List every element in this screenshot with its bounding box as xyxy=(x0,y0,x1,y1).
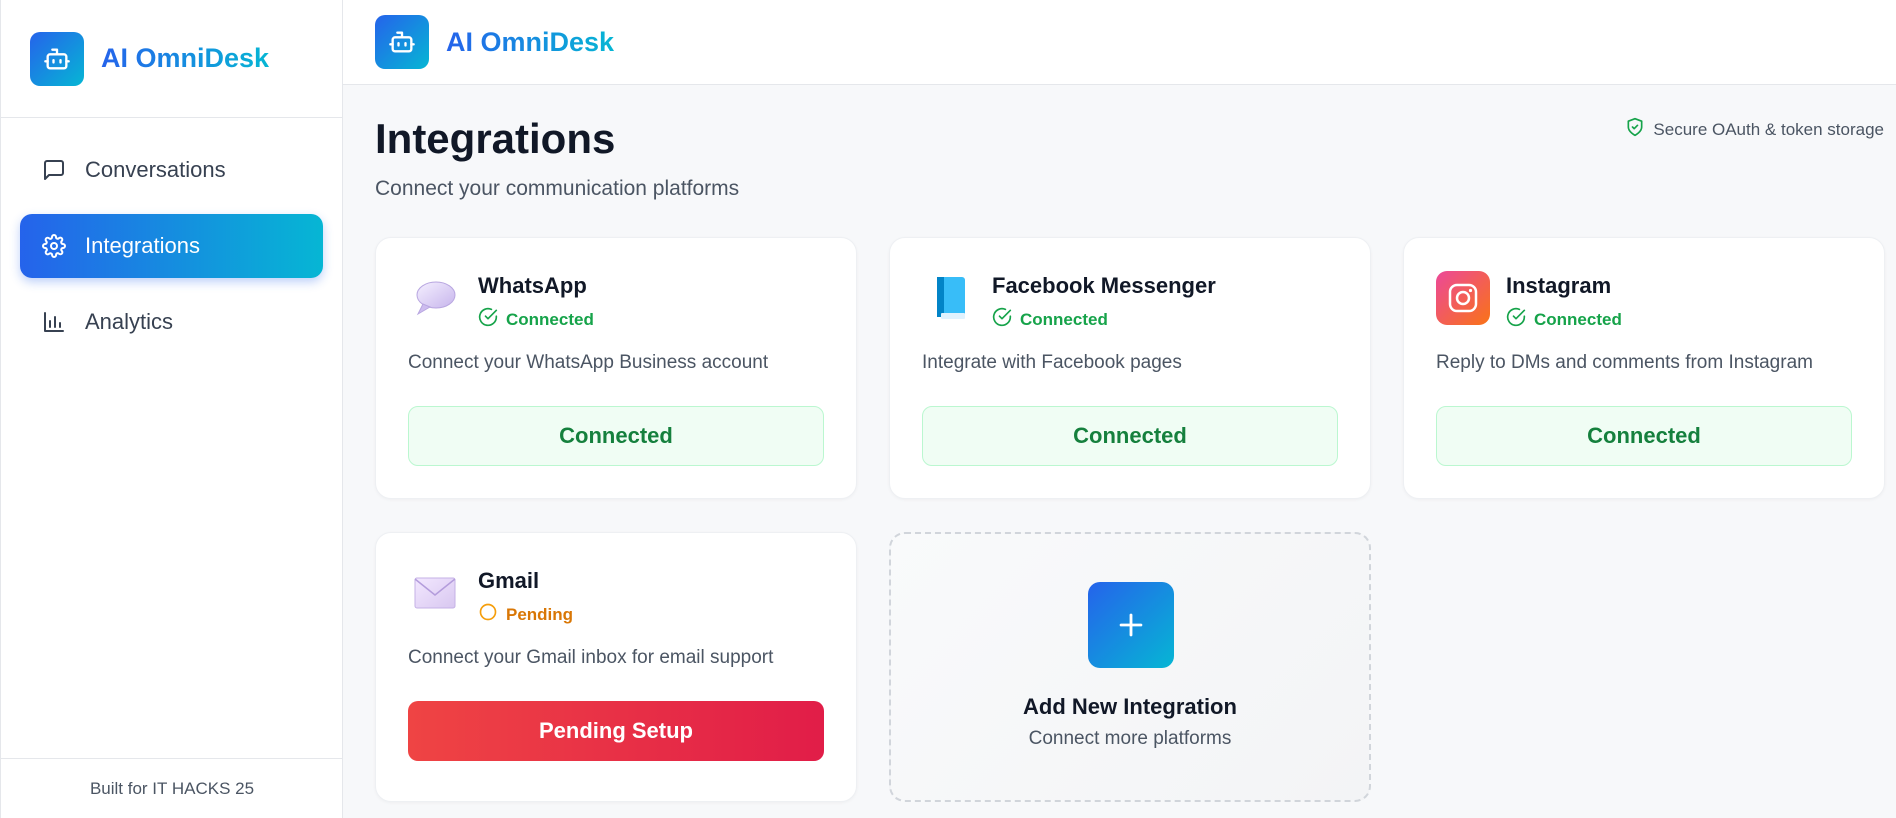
integration-name: Gmail xyxy=(478,568,540,593)
pending-circle-icon xyxy=(478,602,498,627)
check-circle-icon xyxy=(1506,307,1526,332)
sidebar-item-label: Analytics xyxy=(85,309,174,334)
pending-setup-button[interactable]: Pending Setup xyxy=(408,701,824,761)
status-badge: Pending xyxy=(478,602,573,627)
app-name: AI OmniDesk xyxy=(446,26,615,57)
integration-description: Connect your Gmail inbox for email suppo… xyxy=(408,647,774,668)
sidebar-item-label: Integrations xyxy=(85,233,200,258)
add-integration-subtitle: Connect more platforms xyxy=(1028,728,1232,749)
plus-icon[interactable] xyxy=(1088,582,1174,668)
gear-icon xyxy=(41,233,67,259)
integration-description: Connect your WhatsApp Business account xyxy=(408,352,769,373)
page-subtitle: Connect your communication platforms xyxy=(375,177,740,200)
add-integration-title: Add New Integration xyxy=(1023,694,1237,719)
connected-button[interactable]: Connected xyxy=(408,406,824,466)
integration-card-instagram: Instagram Connected Reply to DMs and com… xyxy=(1403,237,1885,499)
sidebar-item-integrations[interactable]: Integrations xyxy=(20,214,323,278)
sidebar-item-conversations[interactable]: Conversations xyxy=(20,138,323,202)
status-badge: Connected xyxy=(992,307,1216,332)
secure-note-label: Secure OAuth & token storage xyxy=(1653,119,1884,139)
check-circle-icon xyxy=(992,307,1012,332)
integration-name: Instagram xyxy=(1506,273,1612,298)
speech-balloon-icon xyxy=(408,271,462,325)
blue-book-icon xyxy=(922,271,976,325)
sidebar: AI OmniDesk Conversations Integrations A… xyxy=(0,0,343,818)
status-badge: Connected xyxy=(478,307,594,332)
status-label: Connected xyxy=(1020,309,1108,329)
message-square-icon xyxy=(41,157,67,183)
integration-name: Facebook Messenger xyxy=(992,273,1216,298)
robot-logo-icon xyxy=(30,31,84,86)
integration-card-whatsapp: WhatsApp Connected Connect your WhatsApp… xyxy=(375,237,857,499)
check-circle-icon xyxy=(478,307,498,332)
envelope-icon xyxy=(408,566,462,620)
instagram-icon xyxy=(1436,271,1490,325)
integration-description: Integrate with Facebook pages xyxy=(922,352,1182,373)
connected-button[interactable]: Connected xyxy=(922,406,1338,466)
status-label: Pending xyxy=(506,604,574,624)
status-label: Connected xyxy=(506,309,594,329)
integration-card-facebook-messenger: Facebook Messenger Connected Integrate w… xyxy=(889,237,1371,499)
page-title: Integrations xyxy=(375,115,616,162)
sidebar-nav: Conversations Integrations Analytics xyxy=(1,118,342,354)
shield-check-icon xyxy=(1625,117,1645,142)
status-badge: Connected xyxy=(1506,307,1622,332)
integration-card-gmail: Gmail Pending Connect your Gmail inbox f… xyxy=(375,532,857,802)
robot-logo-icon xyxy=(375,15,429,69)
connected-button[interactable]: Connected xyxy=(1436,406,1852,466)
add-integration-card[interactable]: Add New Integration Connect more platfor… xyxy=(889,532,1371,802)
integration-description: Reply to DMs and comments from Instagram xyxy=(1436,352,1813,373)
status-label: Connected xyxy=(1534,309,1622,329)
sidebar-item-label: Conversations xyxy=(85,157,226,182)
sidebar-brand[interactable]: AI OmniDesk xyxy=(1,0,342,118)
secure-note: Secure OAuth & token storage xyxy=(1625,117,1884,142)
sidebar-item-analytics[interactable]: Analytics xyxy=(20,290,323,354)
top-bar: AI OmniDesk xyxy=(343,0,1896,85)
bar-chart-icon xyxy=(41,309,67,335)
main-content: Integrations Connect your communication … xyxy=(343,85,1896,818)
integration-name: WhatsApp xyxy=(478,273,587,298)
sidebar-footer: Built for IT HACKS 25 xyxy=(1,758,343,818)
app-name: AI OmniDesk xyxy=(101,43,270,73)
